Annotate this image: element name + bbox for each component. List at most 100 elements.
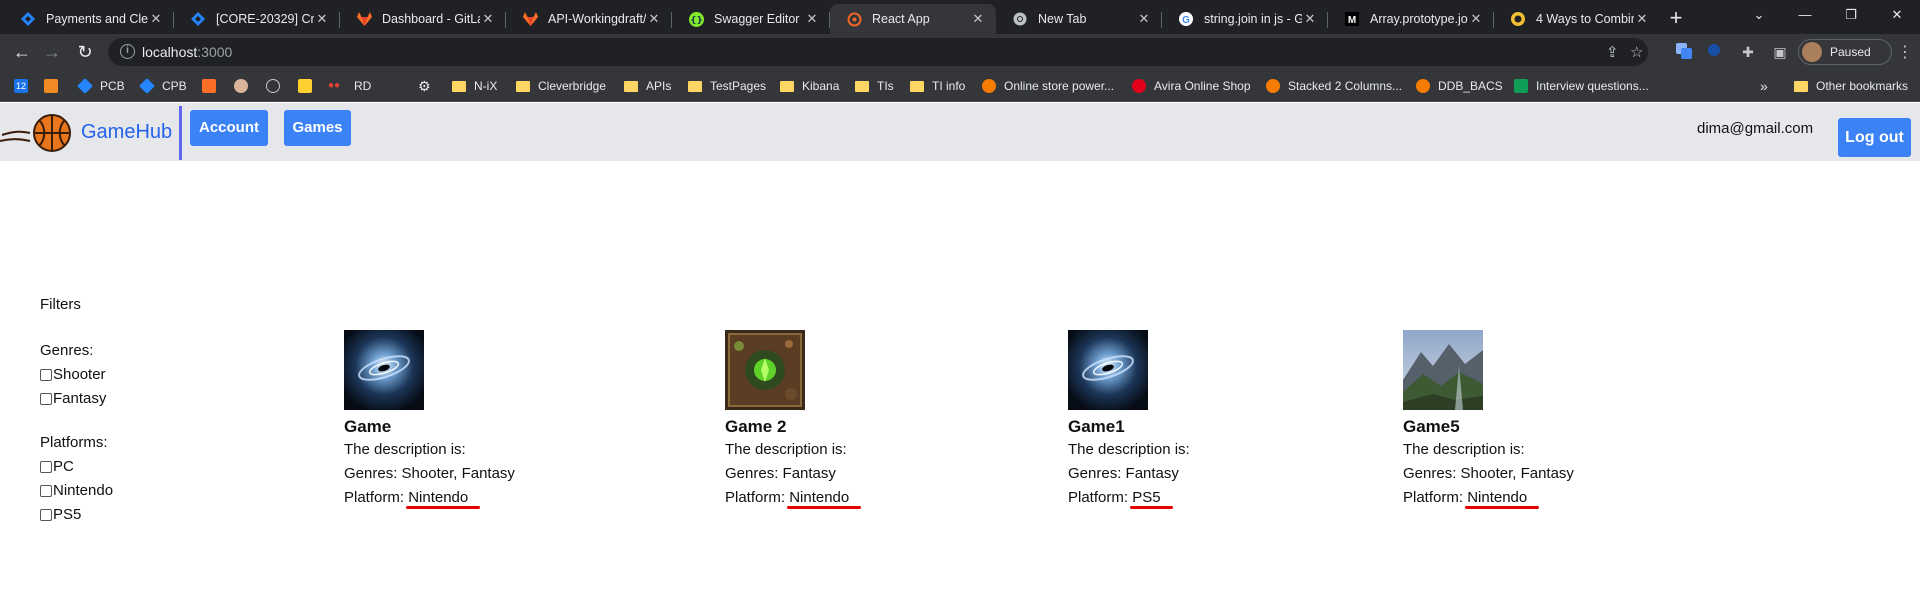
minimize-icon[interactable]: — [1782,2,1828,28]
bookmark-folder[interactable]: N-iX [452,76,497,96]
forward-icon[interactable]: → [40,40,64,64]
close-icon[interactable]: ✕ [1634,11,1650,27]
bookmark-item[interactable]: Online store power... [982,76,1114,96]
other-bookmarks-folder[interactable]: Other bookmarks [1794,76,1908,96]
checkbox[interactable] [40,368,52,381]
bookmark-item[interactable]: 12 [14,76,36,96]
close-icon[interactable]: ✕ [1302,11,1318,27]
browser-tab[interactable]: API-Workingdraft/ ✕ [506,4,672,34]
game-card[interactable]: Game 2 The description is: Genres: Fanta… [725,330,985,510]
game-card[interactable]: Game5 The description is: Genres: Shoote… [1403,330,1663,510]
game-title: Game1 [1068,417,1125,436]
logout-button[interactable]: Log out [1838,118,1911,157]
restore-icon[interactable]: ❐ [1828,2,1874,28]
game-thumbnail[interactable] [1403,330,1483,410]
share-icon[interactable]: ⇪ [1606,43,1619,61]
game-card[interactable]: Game The description is: Genres: Shooter… [344,330,604,510]
bookmark-item[interactable] [266,76,288,96]
address-bar[interactable]: i localhost:3000 ⇪ ☆ [108,38,1648,66]
close-icon[interactable]: ✕ [314,11,330,27]
bookmark-item[interactable]: Stacked 2 Columns... [1266,76,1402,96]
genre-filter-shooter[interactable]: Shooter [40,366,106,383]
dots-icon: ●● [328,80,341,91]
bookmarks-overflow-button[interactable]: » [1760,76,1768,96]
bookmark-folder[interactable]: Kibana [780,76,839,96]
game-thumbnail[interactable] [1068,330,1148,410]
extension-icon[interactable] [1704,42,1724,62]
browser-tab[interactable]: {} Swagger Editor ✕ [672,4,830,34]
mdn-icon: M [1344,11,1360,27]
bookmark-item[interactable] [44,76,66,96]
translate-icon[interactable] [1674,42,1694,62]
bookmark-item[interactable] [234,76,256,96]
orange-circle-icon [1416,79,1430,93]
browser-tab[interactable]: 4 Ways to Combine ✕ [1494,4,1660,34]
extensions-puzzle-icon[interactable]: ✚ [1738,42,1758,62]
close-icon[interactable]: ✕ [646,11,662,27]
game-title: Game [344,417,392,436]
platform-filter-ps5[interactable]: PS5 [40,506,81,523]
game-thumbnail[interactable] [725,330,805,410]
bookmark-folder[interactable]: Cleverbridge [516,76,606,96]
side-panel-icon[interactable]: ▣ [1770,42,1790,62]
checkbox[interactable] [40,484,52,497]
profile-status: Paused [1830,45,1871,59]
bookmark-folder[interactable]: TIs [855,76,894,96]
bookmark-item[interactable]: CPB [139,76,187,96]
browser-tab-active[interactable]: React App ✕ [830,4,996,34]
close-window-icon[interactable]: ✕ [1874,2,1920,28]
bookmark-item[interactable] [202,76,224,96]
close-icon[interactable]: ✕ [1468,11,1484,27]
bookmark-item[interactable]: Interview questions... [1514,76,1649,96]
close-icon[interactable]: ✕ [480,11,496,27]
gitlab-icon [522,11,538,27]
game-thumbnail[interactable] [344,330,424,410]
account-button[interactable]: Account [190,110,268,146]
browser-menu-icon[interactable]: ⋮ [1897,42,1913,62]
close-icon[interactable]: ✕ [148,11,164,27]
browser-tab[interactable]: G string.join in js - G ✕ [1162,4,1328,34]
bookmark-item[interactable] [298,76,320,96]
close-icon[interactable]: ✕ [804,11,820,27]
profile-button[interactable]: Paused [1798,39,1892,65]
bookmark-item[interactable]: ⚙ [418,76,440,96]
close-icon[interactable]: ✕ [1136,11,1152,27]
browser-tab[interactable]: New Tab ✕ [996,4,1162,34]
browser-tab[interactable]: M Array.prototype.joi ✕ [1328,4,1494,34]
bookmark-folder[interactable]: TI info [910,76,965,96]
folder-icon [855,80,869,92]
checkbox[interactable] [40,392,52,405]
games-button[interactable]: Games [284,110,351,146]
platform-filter-pc[interactable]: PC [40,458,74,475]
svg-text:G: G [1182,15,1190,26]
bookmark-item[interactable]: Avira Online Shop [1132,76,1251,96]
game-card[interactable]: Game1 The description is: Genres: Fantas… [1068,330,1328,510]
globe-icon [266,79,280,93]
browser-tab[interactable]: [CORE-20329] Crea ✕ [174,4,340,34]
reload-icon[interactable]: ↻ [73,40,97,64]
checkbox[interactable] [40,508,52,521]
game-genres: Genres: Shooter, Fantasy [344,465,515,482]
brand-name[interactable]: GameHub [81,121,172,144]
bookmark-item[interactable]: DDB_BACS [1416,76,1503,96]
close-icon[interactable]: ✕ [970,11,986,27]
browser-tab[interactable]: Dashboard - GitLab ✕ [340,4,506,34]
new-tab-button[interactable]: + [1662,5,1690,33]
checkbox[interactable] [40,460,52,473]
back-icon[interactable]: ← [10,40,34,64]
bookmark-item[interactable]: PCB [77,76,125,96]
site-info-icon[interactable]: i [120,44,135,59]
bookmark-star-icon[interactable]: ☆ [1630,43,1643,61]
platform-filter-nintendo[interactable]: Nintendo [40,482,113,499]
red-underline-annotation [1465,506,1540,509]
browser-tab[interactable]: Payments and Clea ✕ [4,4,174,34]
genre-filter-fantasy[interactable]: Fantasy [40,390,106,407]
bookmark-item[interactable]: ●● RD [328,76,371,96]
bookmark-folder[interactable]: APIs [624,76,671,96]
address-url[interactable]: localhost:3000 [142,44,232,60]
tab-title: [CORE-20329] Crea [216,12,314,26]
bookmark-folder[interactable]: TestPages [688,76,766,96]
tab-title: Swagger Editor [714,12,800,26]
tab-search-icon[interactable]: ⌄ [1736,2,1782,28]
basketball-logo-icon[interactable] [0,113,74,153]
